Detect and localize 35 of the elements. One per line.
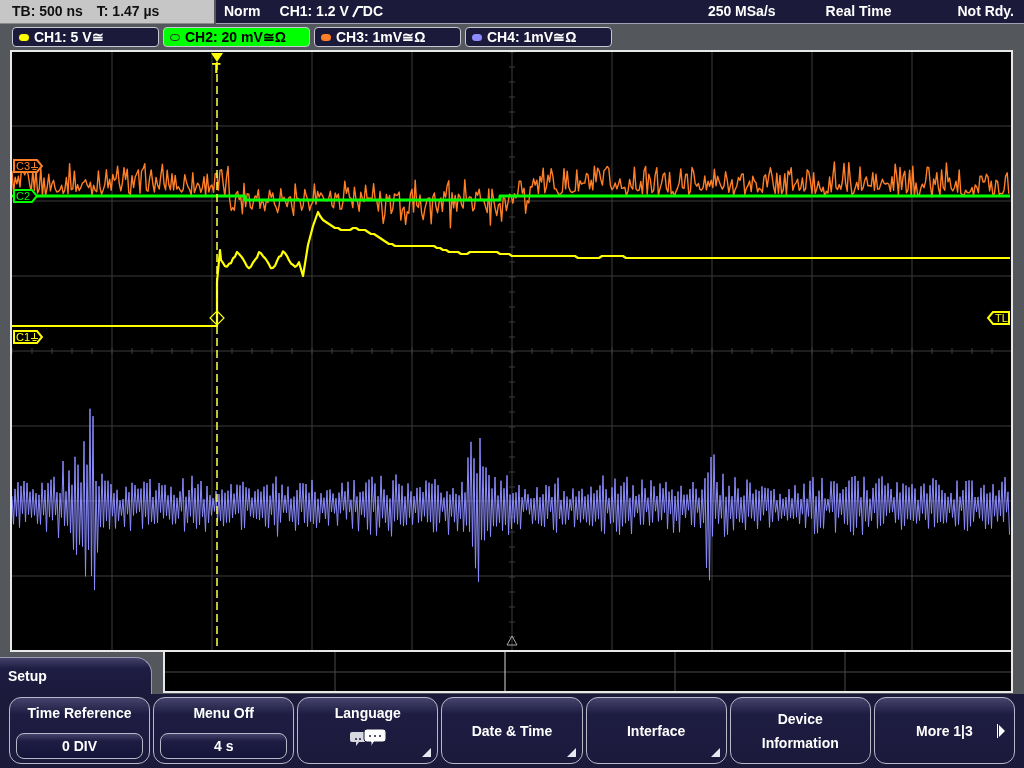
menu-title: Setup <box>0 657 152 694</box>
acquisition-mode-readout: Real Time <box>825 2 892 21</box>
channel-tab[interactable]: CH3: 1mV≅Ω <box>314 27 461 47</box>
next-arrow-icon <box>997 724 1005 738</box>
value-display: 0 DIV <box>16 733 144 759</box>
trigger-mode-readout: Norm <box>224 2 261 21</box>
channel-tab[interactable]: CH1: 5 V≅ <box>12 27 159 47</box>
timebase-readout: TB: 500 ns <box>12 2 83 21</box>
softkey-button[interactable]: Interface <box>585 697 727 764</box>
softkey-button[interactable]: Time Reference 0 DIV <box>9 697 151 764</box>
marker-label: C3 <box>16 160 31 172</box>
trigger-time-readout: T: 1.47 µs <box>96 2 160 21</box>
channel-tab[interactable]: CH4: 1mV≅Ω <box>465 27 612 47</box>
acquisition-state-readout: Not Rdy. <box>957 2 1014 21</box>
center-marker-icon <box>506 635 518 646</box>
channel-marker[interactable]: C1 <box>13 330 43 344</box>
softkey-button[interactable]: Menu Off 4 s <box>153 697 295 764</box>
channel-marker[interactable]: C2 <box>13 189 38 203</box>
softkey-button[interactable]: Language <box>297 697 439 764</box>
trigger-position-label: T <box>212 61 221 75</box>
marker-label: C1 <box>16 331 31 343</box>
marker-label: TL <box>995 312 1008 324</box>
softkey-button[interactable]: More 1|3 <box>873 697 1015 764</box>
sample-rate-readout: 250 MSa/s <box>707 2 776 21</box>
value-display: 4 s <box>160 733 288 759</box>
trigger-arrow-icon <box>211 53 223 62</box>
trigger-coupling-readout: DC <box>362 2 384 21</box>
trigger-level-marker[interactable]: TL <box>987 311 1010 325</box>
trigger-source-readout: CH1: 1.2 V <box>279 2 349 21</box>
softkey-button[interactable]: Date & Time <box>441 697 583 764</box>
marker-label: C2 <box>16 190 31 202</box>
softkey-button[interactable]: Device Information <box>729 697 871 764</box>
channel-marker[interactable]: C3 <box>13 159 43 173</box>
channel-tab[interactable]: CH2: 20 mV≅Ω <box>163 27 310 47</box>
trigger-point-icon <box>209 310 225 326</box>
